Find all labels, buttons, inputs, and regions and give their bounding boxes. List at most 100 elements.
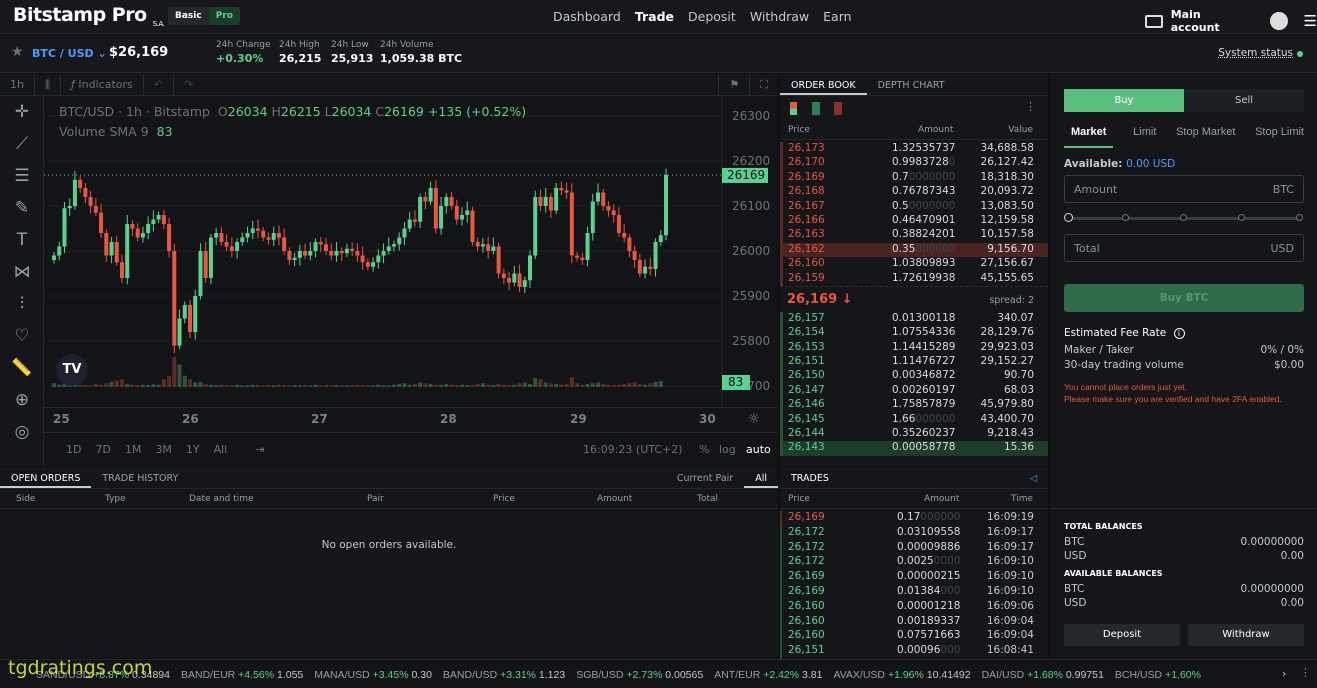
tab-order-book[interactable]: ORDER BOOK: [780, 74, 867, 95]
candle[interactable]: [611, 210, 616, 216]
order-book-row[interactable]: 26,157 0.01300118 340.07: [780, 311, 1048, 327]
candle[interactable]: [114, 242, 119, 263]
candle[interactable]: [188, 305, 192, 332]
candle[interactable]: [465, 210, 470, 216]
candle[interactable]: [229, 246, 234, 252]
candle[interactable]: [78, 179, 83, 188]
ticker-next-icon[interactable]: ›: [1282, 667, 1286, 680]
candle[interactable]: [517, 273, 522, 288]
candle[interactable]: [428, 188, 433, 202]
order-book-row[interactable]: 26,144 0.35260237 9,218.43: [780, 427, 1048, 442]
user-avatar-icon[interactable]: [1269, 12, 1288, 30]
nav-deposit[interactable]: Deposit: [688, 9, 736, 24]
candle[interactable]: [486, 244, 491, 251]
range-1d[interactable]: 1D: [66, 443, 81, 456]
tab-open-orders[interactable]: OPEN ORDERS: [0, 467, 92, 488]
market-ticker-item[interactable]: BAND/EUR +4.56% 1.055: [181, 669, 303, 681]
interval-button[interactable]: 1h: [0, 74, 35, 95]
candle[interactable]: [240, 237, 245, 243]
candle[interactable]: [219, 233, 224, 242]
candle[interactable]: [470, 210, 475, 243]
candle[interactable]: [454, 206, 459, 220]
candle[interactable]: [292, 257, 297, 260]
candle[interactable]: [203, 251, 208, 278]
log-scale-toggle[interactable]: log: [719, 443, 736, 456]
redo-icon[interactable]: ↷: [174, 74, 203, 95]
order-book-row[interactable]: 26,145 1.66000000 43,400.70: [780, 412, 1048, 428]
candle[interactable]: [386, 246, 391, 252]
candle[interactable]: [643, 266, 648, 274]
candle[interactable]: [664, 174, 668, 236]
candle[interactable]: [538, 197, 543, 206]
price-chart[interactable]: 26300 26200 26100 26000 25900 25800 25700 26169…: [44, 96, 778, 407]
candle[interactable]: [491, 246, 496, 252]
slider-stop[interactable]: [1296, 214, 1303, 221]
order-book-row[interactable]: 26,173 1.32535737 34,688.58: [780, 142, 1048, 157]
projection-icon[interactable]: ⫶: [0, 288, 44, 320]
order-book-row[interactable]: 26,147 0.00260197 68.03: [780, 383, 1048, 399]
candle[interactable]: [512, 273, 517, 283]
candle[interactable]: [235, 242, 240, 251]
order-book-row[interactable]: 26,159 1.72619938 45,155.65: [780, 271, 1048, 286]
candle[interactable]: [533, 197, 538, 256]
undo-icon[interactable]: ↶: [144, 74, 174, 95]
candle[interactable]: [344, 248, 349, 254]
candle[interactable]: [318, 242, 323, 245]
candle[interactable]: [433, 188, 438, 229]
candle[interactable]: [334, 251, 339, 256]
candle[interactable]: [543, 197, 548, 206]
candle[interactable]: [648, 266, 653, 269]
percent-scale-toggle[interactable]: %: [699, 443, 709, 456]
candle[interactable]: [57, 246, 62, 256]
bitstamp-logo[interactable]: Bitstamp Pro S.A.: [13, 4, 165, 28]
order-book-row[interactable]: 26,170 0.99837280 26,127.42: [780, 156, 1048, 171]
order-book-row[interactable]: 26,166 0.46470901 12,159.58: [780, 213, 1048, 229]
candle[interactable]: [653, 242, 658, 269]
candle[interactable]: [324, 244, 328, 251]
candle[interactable]: [564, 190, 569, 193]
text-icon[interactable]: T: [0, 224, 44, 256]
nav-trade[interactable]: Trade: [635, 9, 674, 24]
market-ticker-item[interactable]: DAI/USD +1.68% 0.99751: [982, 669, 1104, 681]
candle[interactable]: [575, 255, 580, 258]
chart-settings-icon[interactable]: ☼: [747, 411, 760, 427]
candle[interactable]: [554, 188, 559, 211]
order-book-row[interactable]: 26,163 0.38824201 10,157.58: [780, 228, 1048, 243]
candle[interactable]: [198, 251, 203, 296]
candle[interactable]: [496, 246, 501, 274]
candle[interactable]: [109, 242, 114, 256]
candle[interactable]: [287, 251, 292, 260]
trend-line-icon[interactable]: ⟋: [0, 128, 44, 160]
candle[interactable]: [297, 251, 302, 258]
flag-icon[interactable]: ⚑: [718, 74, 751, 95]
auto-scale-toggle[interactable]: auto: [746, 443, 771, 456]
candle[interactable]: [161, 215, 166, 224]
mode-basic[interactable]: Basic: [168, 7, 209, 25]
filter-current-pair[interactable]: Current Pair: [666, 467, 744, 488]
filter-all[interactable]: All: [744, 467, 778, 488]
market-ticker-item[interactable]: BAND/USD +3.31% 1.123: [443, 669, 565, 681]
candle[interactable]: [601, 192, 606, 207]
candle[interactable]: [140, 233, 145, 238]
candle[interactable]: [208, 237, 213, 279]
candle[interactable]: [339, 251, 344, 254]
candle[interactable]: [303, 251, 308, 256]
market-ticker-item[interactable]: AVAX/USD +1.96% 10.41492: [833, 669, 970, 681]
account-menu[interactable]: Main account ☰: [1145, 8, 1317, 34]
candle[interactable]: [423, 197, 428, 202]
mode-toggle[interactable]: Basic Pro: [168, 7, 240, 25]
candle[interactable]: [245, 233, 250, 238]
order-book-row[interactable]: 26,160 1.03809893 27,156.67: [780, 257, 1048, 272]
nav-dashboard[interactable]: Dashboard: [553, 9, 621, 24]
candle[interactable]: [62, 208, 67, 247]
candle[interactable]: [632, 251, 637, 260]
slider-stop[interactable]: [1238, 214, 1245, 221]
info-icon[interactable]: i: [1173, 328, 1185, 339]
candle[interactable]: [616, 215, 621, 233]
tradingview-logo[interactable]: TV: [56, 354, 88, 386]
order-book-row[interactable]: 26,162 0.35000000 9,156.70: [780, 242, 1048, 258]
range-3m[interactable]: 3M: [155, 443, 172, 456]
slider-stop[interactable]: [1180, 214, 1187, 221]
order-book-row[interactable]: 26,146 1.75857879 45,979.80: [780, 398, 1048, 413]
candle[interactable]: [637, 260, 642, 274]
